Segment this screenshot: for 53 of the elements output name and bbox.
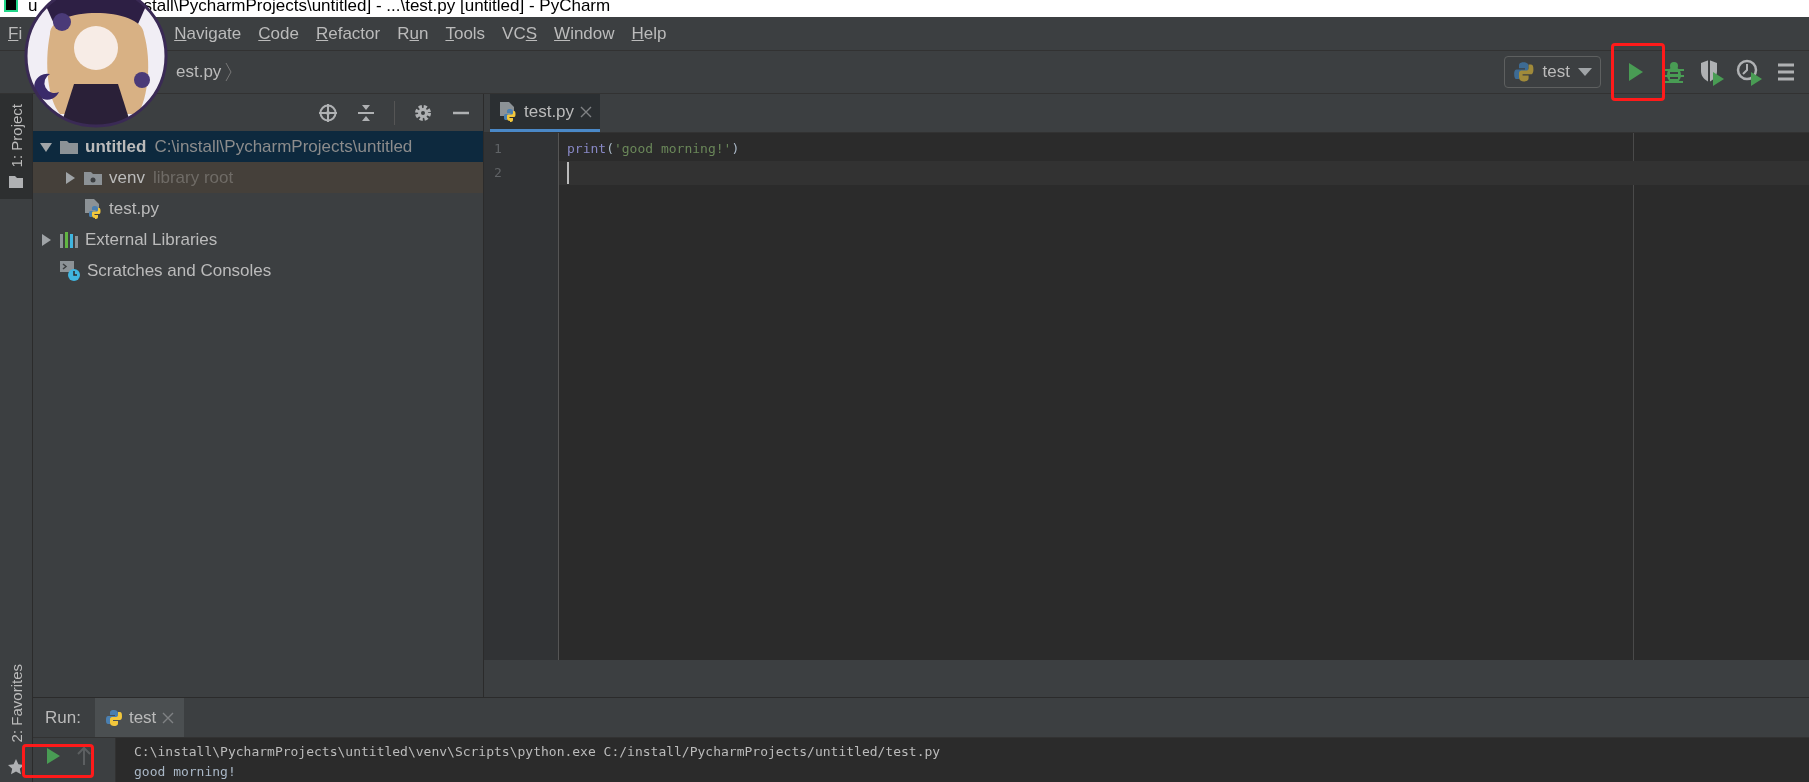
python-file-icon <box>498 100 518 123</box>
item-label: Scratches and Consoles <box>87 260 272 281</box>
close-icon[interactable] <box>580 105 593 118</box>
app-icon <box>4 0 18 12</box>
menu-item[interactable]: VCS <box>502 23 538 44</box>
menu-item[interactable]: Help <box>631 23 667 44</box>
editor-tab[interactable]: test.py <box>490 94 601 132</box>
highlight-box <box>1611 43 1665 101</box>
star-icon <box>7 758 25 776</box>
tree-item[interactable]: Scratches and Consoles <box>33 255 483 286</box>
libraries-icon <box>59 230 79 249</box>
highlight-box <box>22 744 94 778</box>
scratches-icon <box>59 259 81 282</box>
menu-item[interactable]: Navigate <box>174 23 242 44</box>
tree-item[interactable]: test.py <box>33 193 483 224</box>
menu-item[interactable]: Code <box>258 23 299 44</box>
console-line: C:\install\PycharmProjects\untitled\venv\Scripts\python.exe C:/install/PycharmProjects/untitled/test.py <box>134 743 942 761</box>
tree-item[interactable]: External Libraries <box>33 224 483 255</box>
window-title: u <box>28 0 38 12</box>
item-label: venv <box>109 167 145 188</box>
menu-item[interactable]: Tools <box>445 23 486 44</box>
python-icon <box>1512 61 1535 83</box>
item-label: External Libraries <box>85 229 218 250</box>
item-label: untitled <box>85 136 147 157</box>
folder-icon <box>8 175 24 190</box>
arrow-up-icon[interactable] <box>77 746 91 766</box>
run-config-dropdown[interactable]: test <box>1503 56 1601 88</box>
locate-icon[interactable] <box>318 102 338 123</box>
menu-item[interactable]: Refactor <box>315 23 381 44</box>
menu-item[interactable]: Window <box>554 23 615 44</box>
folder-icon <box>59 138 79 155</box>
run-tab[interactable]: test <box>94 698 185 737</box>
menu-item[interactable]: Fi <box>8 23 23 44</box>
console-line: good morning! <box>134 763 237 781</box>
settings-icon[interactable] <box>413 102 433 123</box>
expand-arrow-icon[interactable] <box>63 170 77 185</box>
chevron-icon <box>225 62 234 82</box>
python-icon <box>104 708 123 727</box>
collapse-all-icon[interactable] <box>356 102 376 123</box>
panel-label: Run: <box>45 707 81 728</box>
expand-arrow-icon[interactable] <box>39 232 53 247</box>
menu-item[interactable]: Run <box>397 23 429 44</box>
item-label: test.py <box>109 198 160 219</box>
tool-window-tab[interactable]: 1: Project <box>0 94 32 200</box>
tool-window-tab[interactable]: 2: Favorites <box>7 653 25 752</box>
caret-icon <box>1578 67 1592 77</box>
tree-item[interactable]: untitled C:\install\PycharmProjects\untitled <box>33 131 483 162</box>
item-note: C:\install\PycharmProjects\untitled <box>154 136 413 157</box>
folder-icon <box>83 169 103 186</box>
profile-run-icon[interactable] <box>1734 57 1764 87</box>
code-line: print('good morning!') <box>566 140 741 158</box>
python-file-icon <box>83 197 103 220</box>
breadcrumb[interactable]: est.py <box>176 62 222 82</box>
